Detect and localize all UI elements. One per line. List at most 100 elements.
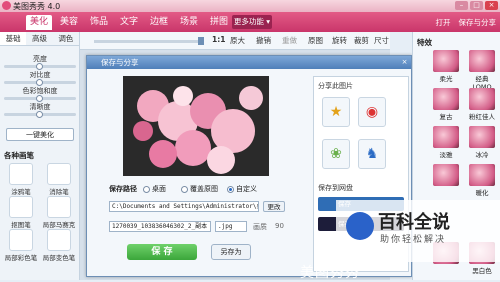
- brush-section-title: 各种画笔: [4, 151, 34, 160]
- zoom-1to1-button[interactable]: 1:1: [212, 35, 225, 44]
- effect-thumb: [433, 164, 459, 186]
- zoom-slider[interactable]: [94, 40, 204, 43]
- effect-thumb: [433, 50, 459, 72]
- save-path-field[interactable]: C:\Documents and Settings\Administrator\…: [109, 201, 259, 212]
- pen-eraser[interactable]: 消除笔: [42, 163, 76, 196]
- pen-cutout[interactable]: 抠图笔: [4, 196, 38, 229]
- slider-saturation[interactable]: 色彩饱和度: [4, 86, 76, 102]
- effect-thumb: [433, 126, 459, 148]
- app-logo: [2, 1, 11, 10]
- adjust-subtabs: 基础 高级 调色: [0, 32, 79, 46]
- quality-label: 画质: [253, 223, 267, 231]
- pen-mosaic[interactable]: 局部马赛克: [42, 196, 76, 229]
- dialog-title: 保存与分享: [87, 56, 411, 69]
- doodle-pen-icon: [9, 163, 33, 185]
- save-share-button[interactable]: 保存与分享: [459, 17, 497, 28]
- effect-item[interactable]: 复古: [433, 88, 459, 121]
- slider-contrast[interactable]: 对比度: [4, 70, 76, 86]
- slider-thumb[interactable]: [36, 111, 43, 118]
- mosaic-pen-icon: [47, 196, 71, 218]
- effect-item[interactable]: [433, 164, 459, 187]
- radio-circle: [227, 185, 234, 193]
- effect-item[interactable]: 经典LOMO: [469, 50, 495, 91]
- pen-doodle[interactable]: 涂鸦笔: [4, 163, 38, 196]
- effect-item[interactable]: 暖化: [469, 164, 495, 197]
- effect-item[interactable]: 柔光: [433, 50, 459, 83]
- pen-local-color[interactable]: 局部彩色笔: [4, 229, 38, 262]
- image-preview: [123, 76, 269, 176]
- slider-sharpness[interactable]: 清晰度: [4, 102, 76, 118]
- subtab-basic[interactable]: 基础: [0, 32, 27, 45]
- open-button[interactable]: 打开: [436, 17, 451, 28]
- watermark-logo: [346, 212, 374, 240]
- slider-thumb[interactable]: [36, 63, 43, 70]
- share-title: 分享此图片: [318, 82, 353, 90]
- radio-overwrite[interactable]: 覆盖原图: [181, 184, 218, 194]
- original-size-button[interactable]: 原大: [230, 35, 245, 46]
- title-bar: 美图秀秀 4.0 – □ ×: [0, 0, 500, 12]
- subtab-color[interactable]: 调色: [53, 32, 79, 45]
- slider-thumb[interactable]: [36, 79, 43, 86]
- rotate-button[interactable]: 旋转: [332, 35, 347, 46]
- effect-thumb: [469, 50, 495, 72]
- tab-collage[interactable]: 拼图: [206, 15, 232, 30]
- effect-item[interactable]: 冰冷: [469, 126, 495, 159]
- radio-custom[interactable]: 自定义: [227, 184, 257, 194]
- eraser-pen-icon: [47, 163, 71, 185]
- weibo-share-icon[interactable]: ◉: [358, 97, 386, 127]
- undo-button[interactable]: 撤销: [256, 35, 271, 46]
- tab-accessories[interactable]: 饰品: [86, 15, 112, 30]
- pen-color-change[interactable]: 局部变色笔: [42, 229, 76, 262]
- renren-share-icon[interactable]: ❀: [322, 139, 350, 169]
- tab-beautify[interactable]: 美化: [26, 15, 52, 30]
- cherry-blossom-photo: [123, 76, 269, 176]
- tab-scene[interactable]: 场景: [176, 15, 202, 30]
- zoom-slider-thumb[interactable]: [198, 37, 204, 45]
- watermark-subtitle: 助你轻松解决: [380, 235, 447, 245]
- tab-text[interactable]: 文字: [116, 15, 142, 30]
- radio-circle: [181, 185, 188, 193]
- local-color-pen-icon: [9, 229, 33, 251]
- maximize-button[interactable]: □: [470, 1, 483, 10]
- effect-thumb: [433, 88, 459, 110]
- format-select[interactable]: .jpg: [215, 221, 247, 232]
- redo-button[interactable]: 重做: [282, 35, 297, 46]
- more-features-button[interactable]: 更多功能 ▾: [232, 15, 272, 29]
- cloud-title: 保存到网盘: [318, 184, 353, 192]
- close-button[interactable]: ×: [485, 1, 498, 10]
- color-change-pen-icon: [47, 229, 71, 251]
- dialog-close-button[interactable]: ×: [400, 58, 409, 67]
- window-controls: – □ ×: [455, 1, 498, 10]
- save-path-label: 保存路径: [109, 185, 137, 193]
- crop-button[interactable]: 裁剪: [354, 35, 369, 46]
- save-button[interactable]: 保 存: [127, 244, 197, 260]
- left-panel: 基础 高级 调色 亮度 对比度 色彩饱和度 清晰度 一键美化 各种画笔 涂鸦笔 …: [0, 32, 80, 280]
- effect-item[interactable]: 粉红佳人: [469, 88, 495, 121]
- effect-item[interactable]: 淡雅: [433, 126, 459, 159]
- slider-brightness[interactable]: 亮度: [4, 54, 76, 70]
- minimize-button[interactable]: –: [455, 1, 468, 10]
- size-button[interactable]: 尺寸: [374, 35, 389, 46]
- cutout-pen-icon: [9, 196, 33, 218]
- tab-frame[interactable]: 边框: [146, 15, 172, 30]
- slider-thumb[interactable]: [36, 95, 43, 102]
- bottom-brand-logo: 美图秀秀: [300, 265, 360, 281]
- filename-field[interactable]: 1270039_103836046302_2_副本: [109, 221, 211, 232]
- radio-circle: [143, 185, 150, 193]
- star-share-icon[interactable]: ★: [322, 97, 350, 127]
- save-as-button[interactable]: 另存为: [211, 244, 251, 260]
- tencent-share-icon[interactable]: ♞: [358, 139, 386, 169]
- subtab-advanced[interactable]: 高级: [26, 32, 52, 45]
- effect-thumb: [469, 164, 495, 186]
- effect-thumb: [469, 126, 495, 148]
- window-title: 美图秀秀 4.0: [13, 2, 61, 11]
- change-path-button[interactable]: 更改: [263, 201, 285, 212]
- watermark-title: 百科全说: [378, 212, 450, 233]
- original-image-button[interactable]: 原图: [308, 35, 323, 46]
- tab-beauty[interactable]: 美容: [56, 15, 82, 30]
- radio-desktop[interactable]: 桌面: [143, 184, 166, 194]
- quality-value: 90: [275, 222, 284, 230]
- watermark-overlay: 百科全说 助你轻松解决: [336, 200, 500, 262]
- main-tab-bar: 美化 美容 饰品 文字 边框 场景 拼图 更多功能 ▾ 打开 保存与分享: [0, 12, 500, 32]
- one-key-beautify-button[interactable]: 一键美化: [6, 128, 74, 141]
